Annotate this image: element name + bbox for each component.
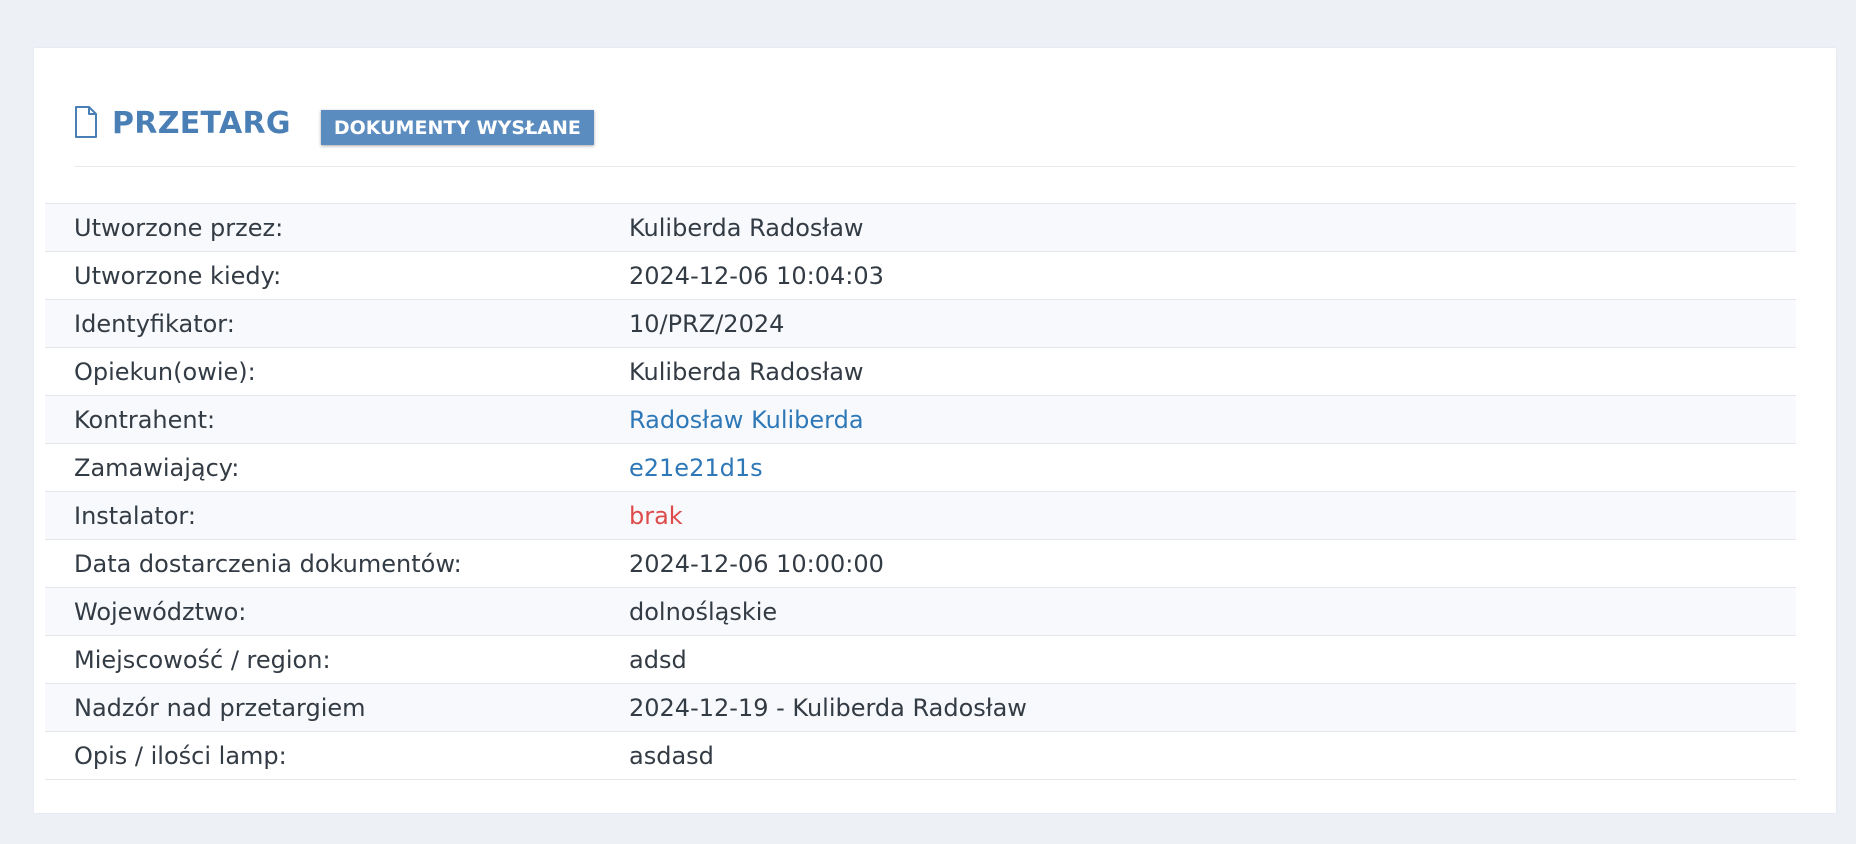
row-value: 10/PRZ/2024 <box>629 309 785 338</box>
tender-details-panel: PRZETARG DOKUMENTY WYSŁANE Utworzone prz… <box>34 48 1836 813</box>
row-label: Identyfikator: <box>74 309 235 338</box>
row-voivodeship: Województwo: dolnośląskie <box>45 588 1796 636</box>
header-divider <box>74 166 1796 167</box>
row-label: Opis / ilości lamp: <box>74 741 287 770</box>
panel-header: PRZETARG DOKUMENTY WYSŁANE <box>74 93 594 153</box>
row-label: Nadzór nad przetargiem <box>74 693 366 722</box>
installer-missing-value: brak <box>629 501 683 530</box>
row-installer: Instalator: brak <box>45 492 1796 540</box>
row-created-by: Utworzone przez: Kuliberda Radosław <box>45 204 1796 252</box>
row-value: 2024-12-06 10:00:00 <box>629 549 884 578</box>
orderer-link[interactable]: e21e21d1s <box>629 454 1796 482</box>
document-icon <box>75 106 97 138</box>
row-label: Opiekun(owie): <box>74 357 256 386</box>
row-label: Utworzone kiedy: <box>74 261 282 290</box>
contractor-link[interactable]: Radosław Kuliberda <box>629 406 1796 434</box>
row-label: Utworzone przez: <box>74 213 284 242</box>
page-title: PRZETARG <box>112 105 291 141</box>
row-label: Data dostarczenia dokumentów: <box>74 549 462 578</box>
row-label: Miejscowość / region: <box>74 645 331 674</box>
row-label: Kontrahent: <box>74 405 216 434</box>
row-value: 2024-12-19 - Kuliberda Radosław <box>629 693 1027 722</box>
details-table: Utworzone przez: Kuliberda Radosław Utwo… <box>45 203 1796 780</box>
row-value: adsd <box>629 645 687 674</box>
row-contractor: Kontrahent: Radosław Kuliberda <box>45 396 1796 444</box>
row-orderer: Zamawiający: e21e21d1s <box>45 444 1796 492</box>
status-badge: DOKUMENTY WYSŁANE <box>320 109 594 145</box>
row-value: dolnośląskie <box>629 597 778 626</box>
row-caretakers: Opiekun(owie): Kuliberda Radosław <box>45 348 1796 396</box>
row-value: asdasd <box>629 741 714 770</box>
row-description: Opis / ilości lamp: asdasd <box>45 732 1796 780</box>
row-label: Województwo: <box>74 597 247 626</box>
row-value: Kuliberda Radosław <box>629 357 864 386</box>
row-identifier: Identyfikator: 10/PRZ/2024 <box>45 300 1796 348</box>
row-label: Zamawiający: <box>74 453 240 482</box>
row-delivery-date: Data dostarczenia dokumentów: 2024-12-06… <box>45 540 1796 588</box>
row-supervision: Nadzór nad przetargiem 2024-12-19 - Kuli… <box>45 684 1796 732</box>
row-value: Kuliberda Radosław <box>629 213 864 242</box>
row-value: 2024-12-06 10:04:03 <box>629 261 884 290</box>
row-locality: Miejscowość / region: adsd <box>45 636 1796 684</box>
row-created-when: Utworzone kiedy: 2024-12-06 10:04:03 <box>45 252 1796 300</box>
row-label: Instalator: <box>74 501 196 530</box>
